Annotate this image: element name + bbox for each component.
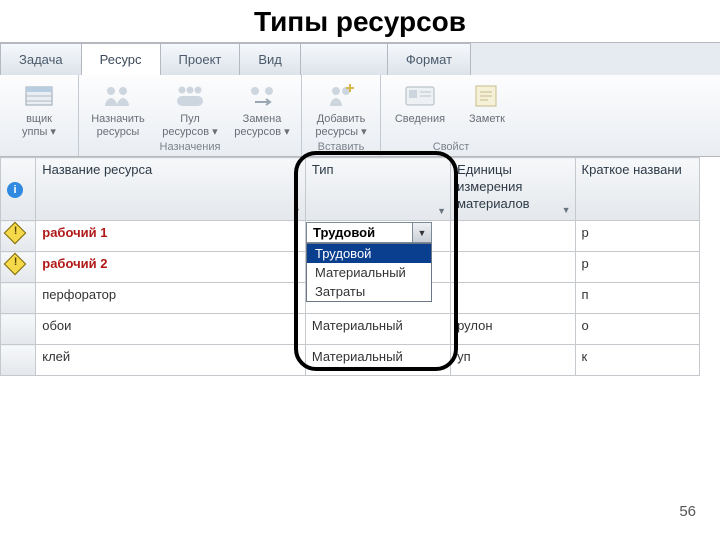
table-row[interactable]: обоиМатериальныйрулоно bbox=[1, 314, 700, 345]
resource-notes-button[interactable]: Заметк bbox=[459, 79, 515, 139]
page-number: 56 bbox=[679, 503, 696, 520]
dropdown-icon[interactable]: ▼ bbox=[562, 205, 571, 217]
replace-l1: Замена bbox=[243, 113, 282, 126]
team-planner-l1: вщик bbox=[26, 113, 52, 126]
assign-l1: Назначить bbox=[91, 113, 145, 126]
replace-l2: ресурсов ▾ bbox=[234, 126, 289, 139]
resource-info-button[interactable]: Сведения bbox=[387, 79, 453, 139]
type-cell[interactable]: Материальный bbox=[305, 345, 450, 376]
warning-icon bbox=[4, 222, 27, 245]
combo-input[interactable]: Трудовой ▼ bbox=[306, 222, 432, 243]
header-row: i Название ресурса▼ Тип▼ Единицы измерен… bbox=[1, 158, 700, 221]
swap-people-icon bbox=[245, 81, 279, 111]
tab-project[interactable]: Проект bbox=[160, 43, 241, 75]
short-cell[interactable]: р bbox=[575, 252, 699, 283]
indicator-cell bbox=[1, 283, 36, 314]
ribbon-tabs: Задача Ресурс Проект Вид Формат bbox=[0, 43, 720, 75]
add-l1: Добавить bbox=[317, 113, 366, 126]
ribbon: Задача Ресурс Проект Вид Формат вщик упп… bbox=[0, 42, 720, 157]
note-icon bbox=[470, 81, 504, 111]
assign-resources-button[interactable]: Назначить ресурсы bbox=[85, 79, 151, 139]
team-planner-l2: уппы ▾ bbox=[22, 126, 56, 139]
assign-l2: ресурсы bbox=[97, 126, 140, 139]
tab-task[interactable]: Задача bbox=[0, 43, 82, 75]
add-resources-button[interactable]: Добавить ресурсы ▾ bbox=[308, 79, 374, 139]
name-cell[interactable]: клей bbox=[36, 345, 306, 376]
combo-option[interactable]: Трудовой bbox=[307, 244, 431, 263]
add-l2: ресурсы ▾ bbox=[315, 126, 366, 139]
tab-format[interactable]: Формат bbox=[387, 43, 471, 75]
table-row[interactable]: клейМатериальныйупк bbox=[1, 345, 700, 376]
tab-spacer bbox=[300, 43, 388, 75]
header-indicator[interactable]: i bbox=[1, 158, 36, 221]
team-planner-icon bbox=[22, 81, 56, 111]
name-cell[interactable]: рабочий 2 bbox=[36, 252, 306, 283]
group-label-insert: Вставить bbox=[318, 139, 365, 154]
notes-label: Заметк bbox=[469, 113, 505, 126]
slide-title: Типы ресурсов bbox=[0, 0, 720, 42]
dropdown-icon[interactable]: ▼ bbox=[292, 206, 301, 216]
people-icon bbox=[101, 81, 135, 111]
group-insert: Добавить ресурсы ▾ Вставить bbox=[302, 75, 381, 156]
team-planner-button[interactable]: вщик уппы ▾ bbox=[6, 79, 72, 139]
short-cell[interactable]: п bbox=[575, 283, 699, 314]
group-assignments: Назначить ресурсы Пул ресурсов ▾ Замена … bbox=[79, 75, 302, 156]
units-cell[interactable]: рулон bbox=[451, 314, 575, 345]
group-properties: Сведения Заметк Свойст bbox=[381, 75, 521, 156]
header-short[interactable]: Краткое названи bbox=[575, 158, 699, 221]
units-cell[interactable] bbox=[451, 252, 575, 283]
units-cell[interactable] bbox=[451, 221, 575, 252]
combo-dropdown-button[interactable]: ▼ bbox=[412, 223, 431, 242]
dropdown-icon[interactable]: ▼ bbox=[437, 206, 446, 216]
indicator-cell bbox=[1, 345, 36, 376]
name-cell[interactable]: обои bbox=[36, 314, 306, 345]
combo-option[interactable]: Затраты bbox=[307, 282, 431, 301]
units-cell[interactable]: уп bbox=[451, 345, 575, 376]
resource-pool-button[interactable]: Пул ресурсов ▾ bbox=[157, 79, 223, 139]
header-type[interactable]: Тип▼ bbox=[305, 158, 450, 221]
group-label-assign: Назначения bbox=[160, 139, 221, 154]
type-combobox[interactable]: Трудовой ▼ Трудовой Материальный Затраты bbox=[306, 222, 432, 302]
units-cell[interactable] bbox=[451, 283, 575, 314]
info-icon: i bbox=[7, 182, 23, 198]
tab-resource[interactable]: Ресурс bbox=[81, 43, 161, 75]
replace-resources-button[interactable]: Замена ресурсов ▾ bbox=[229, 79, 295, 139]
indicator-cell bbox=[1, 252, 36, 283]
pool-l2: ресурсов ▾ bbox=[162, 126, 217, 139]
indicator-cell bbox=[1, 314, 36, 345]
resource-grid-wrap: i Название ресурса▼ Тип▼ Единицы измерен… bbox=[0, 157, 720, 376]
group-partial-left: вщик уппы ▾ bbox=[0, 75, 79, 156]
pool-l1: Пул bbox=[180, 113, 200, 126]
type-cell[interactable]: Материальный bbox=[305, 314, 450, 345]
info-label: Сведения bbox=[395, 113, 445, 126]
short-cell[interactable]: к bbox=[575, 345, 699, 376]
people-add-icon bbox=[324, 81, 358, 111]
tab-view[interactable]: Вид bbox=[239, 43, 301, 75]
header-name[interactable]: Название ресурса▼ bbox=[36, 158, 306, 221]
ribbon-body: вщик уппы ▾ Назначить ресурсы bbox=[0, 75, 720, 156]
combo-list: Трудовой Материальный Затраты bbox=[306, 243, 432, 302]
indicator-cell bbox=[1, 221, 36, 252]
group-label-props: Свойст bbox=[433, 139, 469, 154]
name-cell[interactable]: перфоратор bbox=[36, 283, 306, 314]
group-label-empty1 bbox=[37, 139, 40, 154]
header-units[interactable]: Единицы измерения материалов▼ bbox=[451, 158, 575, 221]
name-cell[interactable]: рабочий 1 bbox=[36, 221, 306, 252]
short-cell[interactable]: о bbox=[575, 314, 699, 345]
combo-option[interactable]: Материальный bbox=[307, 263, 431, 282]
short-cell[interactable]: р bbox=[575, 221, 699, 252]
combo-value: Трудовой bbox=[307, 223, 412, 242]
warning-icon bbox=[4, 253, 27, 276]
people-group-icon bbox=[173, 81, 207, 111]
card-icon bbox=[403, 81, 437, 111]
